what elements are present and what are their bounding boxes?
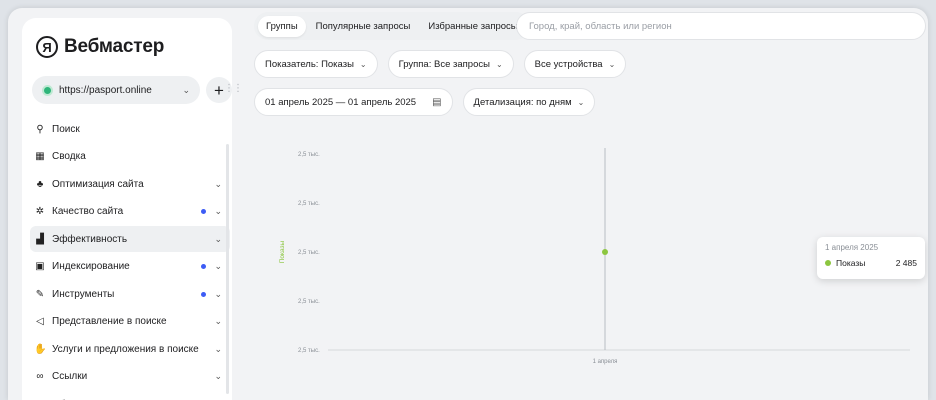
- data-point[interactable]: [602, 249, 608, 255]
- sidebar-item[interactable]: ▭Обучение⌄: [30, 391, 230, 400]
- y-axis-label: Показы: [279, 240, 286, 263]
- sidebar-item-label: Оптимизация сайта: [52, 178, 144, 190]
- database-icon: ▣: [35, 261, 45, 272]
- tooltip-value: 2 485: [895, 258, 917, 268]
- sidebar-item[interactable]: ▟ Эффективность ⌄: [30, 226, 230, 252]
- group-select-label: Группа: Все запросы: [398, 58, 490, 70]
- megaphone-icon: ◁: [36, 316, 44, 327]
- y-tick-label: 2,5 тыс.: [298, 152, 320, 158]
- devices-select-label: Все устройства: [534, 58, 603, 70]
- detail-select-label: Детализация: по дням: [473, 96, 572, 108]
- detail-select[interactable]: Детализация: по дням ⌄: [462, 88, 596, 116]
- filters-row-1: Показатель: Показы ⌄ Группа: Все запросы…: [254, 50, 627, 78]
- sparkle-icon: ✲: [35, 206, 45, 217]
- filters-row-2: 01 апрель 2025 — 01 апрель 2025 ▤ Детали…: [254, 88, 596, 116]
- wrench-icon: ✎: [35, 288, 45, 300]
- site-row: https://pasport.online ⌄ +: [32, 76, 232, 104]
- sidebar-item-label: Инструменты: [52, 288, 115, 300]
- calendar-icon: ▤: [432, 96, 442, 108]
- site-status-icon: [42, 84, 53, 96]
- query-tabs: Группы Популярные запросы Избранные запрос…: [254, 12, 530, 40]
- sidebar-item-label: Индексирование: [52, 261, 130, 272]
- hand-icon: ✋: [34, 343, 47, 355]
- chevron-down-icon: ⌄: [214, 343, 222, 354]
- sidebar-nav: ⚲ Поиск ▦ Сводка ♣ Оптимизация сайта ⌄ ✲ Качеств…: [30, 116, 230, 400]
- logo-text: Вебмастер: [64, 36, 165, 57]
- tooltip-date: 1 апреля 2025: [825, 243, 879, 252]
- sidebar-item[interactable]: ▣ Индексирование ⌄: [30, 254, 230, 280]
- chart-tooltip: 1 апреля 2025 Показы 2 485: [817, 237, 925, 279]
- site-url: https://pasport.online: [59, 84, 152, 96]
- x-tick-label: 1 апреля: [593, 359, 618, 365]
- sidebar-item-label: Качество сайта: [52, 206, 124, 217]
- chevron-down-icon: ⌄: [577, 97, 585, 107]
- chevron-down-icon: ⌄: [214, 316, 222, 326]
- series-dot-icon: [825, 260, 831, 266]
- sidebar-item[interactable]: ♣ Оптимизация сайта ⌄: [30, 171, 230, 197]
- chevron-down-icon: ⌄: [214, 233, 222, 244]
- notification-dot-icon: [201, 209, 207, 214]
- tab-2[interactable]: Избранные запросы: [420, 16, 525, 37]
- sitemap-icon: ♣: [36, 178, 44, 190]
- search-icon: ⚲: [36, 123, 44, 135]
- y-tick-label: 2,5 тыс.: [298, 299, 320, 305]
- sidebar-scrollbar[interactable]: [226, 144, 229, 394]
- sidebar-item[interactable]: ∞ Ссылки ⌄: [30, 364, 230, 390]
- chevron-down-icon: ⌄: [182, 84, 190, 95]
- period-label: 01 апрель 2025 — 01 апрель 2025: [265, 96, 417, 108]
- notification-dot-icon: [201, 291, 207, 297]
- link-icon: ∞: [36, 371, 44, 382]
- sidebar-item-label: Представление в поиске: [52, 316, 167, 327]
- site-selector[interactable]: https://pasport.online ⌄: [32, 76, 200, 104]
- notification-dot-icon: [201, 264, 207, 269]
- sidebar: Я Вебмастер https://pasport.online ⌄ + ⚲…: [22, 18, 232, 400]
- chevron-down-icon: ⌄: [214, 371, 222, 381]
- sidebar-item-label: Услуги и предложения в поиске: [52, 343, 199, 355]
- y-tick-label: 2,5 тыс.: [298, 250, 320, 256]
- sidebar-item[interactable]: ✋ Услуги и предложения в поиске ⌄: [30, 336, 230, 362]
- region-search-input[interactable]: [516, 12, 926, 40]
- browser-frame: Я Вебмастер https://pasport.online ⌄ + ⚲…: [8, 8, 928, 400]
- chevron-down-icon: ⌄: [359, 59, 367, 69]
- sidebar-item-label: Сводка: [52, 151, 86, 162]
- chevron-down-icon: ⌄: [495, 59, 503, 69]
- bar-chart-icon: ▟: [36, 233, 44, 245]
- sidebar-item[interactable]: ✎ Инструменты ⌄: [30, 281, 230, 307]
- chevron-down-icon: ⌄: [608, 59, 616, 69]
- logo[interactable]: Я Вебмастер: [36, 36, 164, 58]
- chevron-down-icon: ⌄: [214, 288, 222, 299]
- tooltip-row: Показы 2 485: [825, 258, 917, 268]
- metric-select[interactable]: Показатель: Показы ⌄: [254, 50, 378, 78]
- group-select[interactable]: Группа: Все запросы ⌄: [387, 50, 514, 78]
- yandex-logo-icon: Я: [36, 36, 58, 58]
- sidebar-item[interactable]: ◁ Представление в поиске ⌄: [30, 309, 230, 335]
- period-picker[interactable]: 01 апрель 2025 — 01 апрель 2025 ▤: [254, 88, 453, 116]
- chevron-down-icon: ⌄: [214, 206, 222, 216]
- grid-icon: ▦: [35, 151, 45, 162]
- chevron-down-icon: ⌄: [214, 178, 222, 189]
- sidebar-item-label: Эффективность: [52, 233, 128, 245]
- y-tick-label: 2,5 тыс.: [298, 201, 320, 207]
- tooltip-series: Показы: [836, 258, 866, 268]
- sidebar-item[interactable]: ⚲ Поиск: [30, 116, 230, 142]
- devices-select[interactable]: Все устройства ⌄: [523, 50, 627, 78]
- y-tick-label: 2,5 тыс.: [298, 348, 320, 354]
- tab-0[interactable]: Группы: [258, 15, 306, 37]
- tab-1[interactable]: Популярные запросы: [308, 16, 419, 37]
- sidebar-item[interactable]: ▦ Сводка: [30, 144, 230, 170]
- sidebar-item[interactable]: ✲ Качество сайта ⌄: [30, 199, 230, 225]
- metric-select-label: Показатель: Показы: [265, 58, 354, 70]
- sidebar-item-label: Поиск: [52, 123, 80, 135]
- sidebar-item-label: Ссылки: [52, 371, 88, 382]
- main-content: Группы Популярные запросы Избранные запрос…: [240, 8, 928, 400]
- chevron-down-icon: ⌄: [214, 261, 222, 271]
